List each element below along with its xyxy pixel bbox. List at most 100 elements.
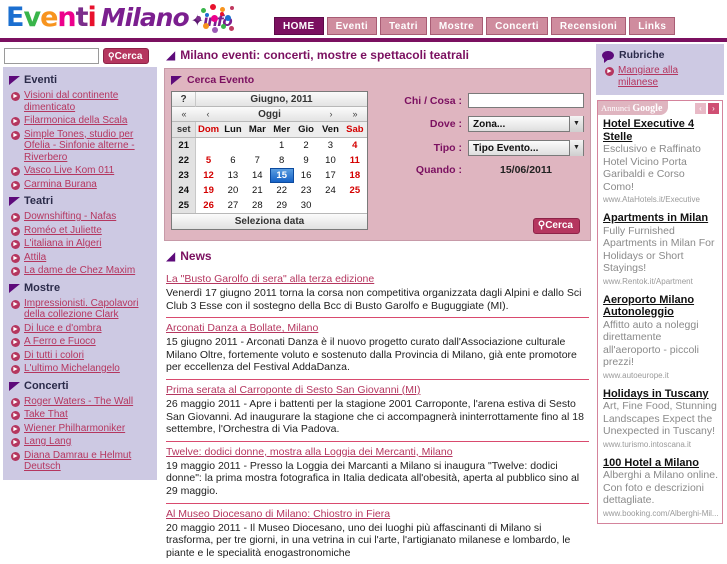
news-item-title[interactable]: Arconati Danza a Bollate, Milano [166, 322, 589, 336]
list-item[interactable]: ► Roméo et Juliette [5, 224, 155, 238]
ad-title[interactable]: Aeroporto Milano Autonoleggio [603, 294, 718, 319]
calendar-day-cell[interactable] [342, 198, 368, 213]
calendar-day-cell[interactable]: 10 [318, 153, 343, 168]
list-item[interactable]: ► Attila [5, 251, 155, 265]
list-item[interactable]: ► Lang Lang [5, 435, 155, 449]
list-item[interactable]: ► Mangiare alla milanese [599, 64, 721, 89]
sidebar-link[interactable]: Downshifting - Nafas [24, 211, 116, 223]
calendar-day-cell[interactable]: 9 [293, 153, 319, 168]
sidebar-link[interactable]: Roméo et Juliette [24, 225, 102, 237]
news-item-title[interactable]: Al Museo Diocesano di Milano: Chiostro i… [166, 508, 589, 522]
list-item[interactable]: ► L'ultimo Michelangelo [5, 362, 155, 376]
calendar-next-month-button[interactable]: › [319, 109, 343, 119]
date-picker-calendar[interactable]: ? Giugno, 2011 « ‹ Oggi › » set Dom Lun … [171, 91, 368, 230]
calendar-day-cell[interactable]: 20 [220, 183, 246, 198]
sidebar-link[interactable]: A Ferro e Fuoco [24, 336, 96, 348]
nav-item-recensioni[interactable]: Recensioni [550, 17, 627, 35]
calendar-day-cell[interactable]: 21 [245, 183, 270, 198]
list-item[interactable]: ► Wiener Philharmoniker [5, 422, 155, 436]
calendar-day-cell[interactable]: 23 [293, 183, 319, 198]
search-input[interactable] [4, 48, 99, 64]
type-select[interactable]: Tipo Evento... ▼ [468, 140, 584, 156]
sidebar-link[interactable]: Lang Lang [24, 436, 71, 448]
calendar-day-cell[interactable] [318, 198, 343, 213]
list-item[interactable]: ► Di luce e d'ombra [5, 322, 155, 336]
news-item-title[interactable]: Prima serata al Carroponte di Sesto San … [166, 384, 589, 398]
calendar-day-cell[interactable]: 6 [220, 153, 246, 168]
sidebar-link[interactable]: Di luce e d'ombra [24, 323, 102, 335]
sidebar-link[interactable]: Impressionisti. Capolavori della collezi… [24, 298, 151, 321]
sidebar-link[interactable]: Wiener Philharmoniker [24, 423, 125, 435]
sidebar-link[interactable]: L'italiana in Algeri [24, 238, 102, 250]
calendar-select-date-button[interactable]: Seleziona data [172, 213, 367, 229]
calendar-day-cell[interactable]: 19 [196, 183, 221, 198]
calendar-next-year-button[interactable]: » [343, 109, 367, 119]
calendar-day-cell[interactable]: 30 [293, 198, 319, 213]
calendar-prev-month-button[interactable]: ‹ [196, 109, 220, 119]
calendar-day-cell[interactable]: 4 [342, 138, 368, 153]
sidebar-link[interactable]: Take That [24, 409, 68, 421]
list-item[interactable]: ► Vasco Live Kom 011 [5, 164, 155, 178]
calendar-day-cell[interactable] [196, 138, 221, 153]
calendar-prev-year-button[interactable]: « [172, 109, 196, 119]
nav-item-home[interactable]: HOME [274, 17, 324, 35]
calendar-today-button[interactable]: Oggi [220, 109, 319, 120]
list-item[interactable]: ► La dame de Chez Maxim [5, 264, 155, 278]
calendar-day-cell[interactable]: 12 [196, 168, 221, 183]
ad-title[interactable]: Hotel Executive 4 Stelle [603, 118, 718, 143]
sidebar-link[interactable]: Carmina Burana [24, 179, 97, 191]
calendar-day-cell[interactable]: 11 [342, 153, 368, 168]
calendar-day-cell[interactable]: 24 [318, 183, 343, 198]
sidebar-link[interactable]: Diana Damrau e Helmut Deutsch [24, 450, 151, 473]
calendar-day-cell[interactable]: 1 [269, 138, 294, 153]
list-item[interactable]: ► Filarmonica della Scala [5, 114, 155, 128]
calendar-day-cell[interactable]: 3 [318, 138, 343, 153]
ads-next-button[interactable]: › [708, 102, 719, 114]
calendar-day-cell[interactable]: 5 [196, 153, 221, 168]
search-button[interactable]: ⚲Cerca [103, 48, 150, 64]
list-item[interactable]: ► Simple Tones, studio per Ofelia - Sinfo… [5, 128, 155, 165]
calendar-day-cell[interactable]: 13 [220, 168, 246, 183]
calendar-day-cell[interactable]: 25 [342, 183, 368, 198]
sidebar-link[interactable]: Roger Waters - The Wall [24, 396, 133, 408]
where-select[interactable]: Zona... ▼ [468, 116, 584, 132]
news-item-title[interactable]: La "Busto Garolfo di sera" alla terza ed… [166, 273, 589, 287]
nav-item-teatri[interactable]: Teatri [380, 17, 427, 35]
ad-title[interactable]: Holidays in Tuscany [603, 388, 718, 401]
sidebar-link[interactable]: L'ultimo Michelangelo [24, 363, 120, 375]
list-item[interactable]: ► Visioni dal continente dimenticato [5, 89, 155, 114]
list-item[interactable]: ► Downshifting - Nafas [5, 210, 155, 224]
calendar-help-button[interactable]: ? [172, 91, 196, 107]
sidebar-link[interactable]: La dame de Chez Maxim [24, 265, 135, 277]
calendar-day-cell[interactable]: 22 [269, 183, 294, 198]
ad-title[interactable]: Apartments in Milan [603, 212, 718, 225]
list-item[interactable]: ► L'italiana in Algeri [5, 237, 155, 251]
calendar-day-cell[interactable]: 8 [269, 153, 294, 168]
calendar-day-cell[interactable] [245, 138, 270, 153]
event-search-submit-button[interactable]: ⚲Cerca [532, 218, 580, 234]
news-item-title[interactable]: Twelve: dodici donne, mostra alla Loggia… [166, 446, 589, 460]
calendar-day-cell[interactable]: 28 [245, 198, 270, 213]
calendar-day-cell[interactable]: 26 [196, 198, 221, 213]
calendar-day-cell[interactable]: 29 [269, 198, 294, 213]
calendar-day-cell[interactable] [220, 138, 246, 153]
calendar-day-cell[interactable]: 17 [318, 168, 343, 183]
sidebar-link[interactable]: Simple Tones, studio per Ofelia - Sinfon… [24, 129, 151, 164]
list-item[interactable]: ► Di tutti i colori [5, 349, 155, 363]
list-item[interactable]: ► Diana Damrau e Helmut Deutsch [5, 449, 155, 474]
calendar-day-cell[interactable]: 27 [220, 198, 246, 213]
list-item[interactable]: ► A Ferro e Fuoco [5, 335, 155, 349]
sidebar-link[interactable]: Filarmonica della Scala [24, 115, 127, 127]
calendar-day-cell-selected[interactable]: 15 [269, 168, 294, 183]
list-item[interactable]: ► Roger Waters - The Wall [5, 395, 155, 409]
calendar-day-cell[interactable]: 2 [293, 138, 319, 153]
nav-item-concerti[interactable]: Concerti [486, 17, 548, 35]
sidebar-link[interactable]: Attila [24, 252, 46, 264]
calendar-day-cell[interactable]: 14 [245, 168, 270, 183]
calendar-day-cell[interactable]: 18 [342, 168, 368, 183]
list-item[interactable]: ► Take That [5, 408, 155, 422]
list-item[interactable]: ► Impressionisti. Capolavori della collez… [5, 297, 155, 322]
nav-item-links[interactable]: Links [629, 17, 676, 35]
list-item[interactable]: ► Carmina Burana [5, 178, 155, 192]
sidebar-link[interactable]: Di tutti i colori [24, 350, 84, 362]
